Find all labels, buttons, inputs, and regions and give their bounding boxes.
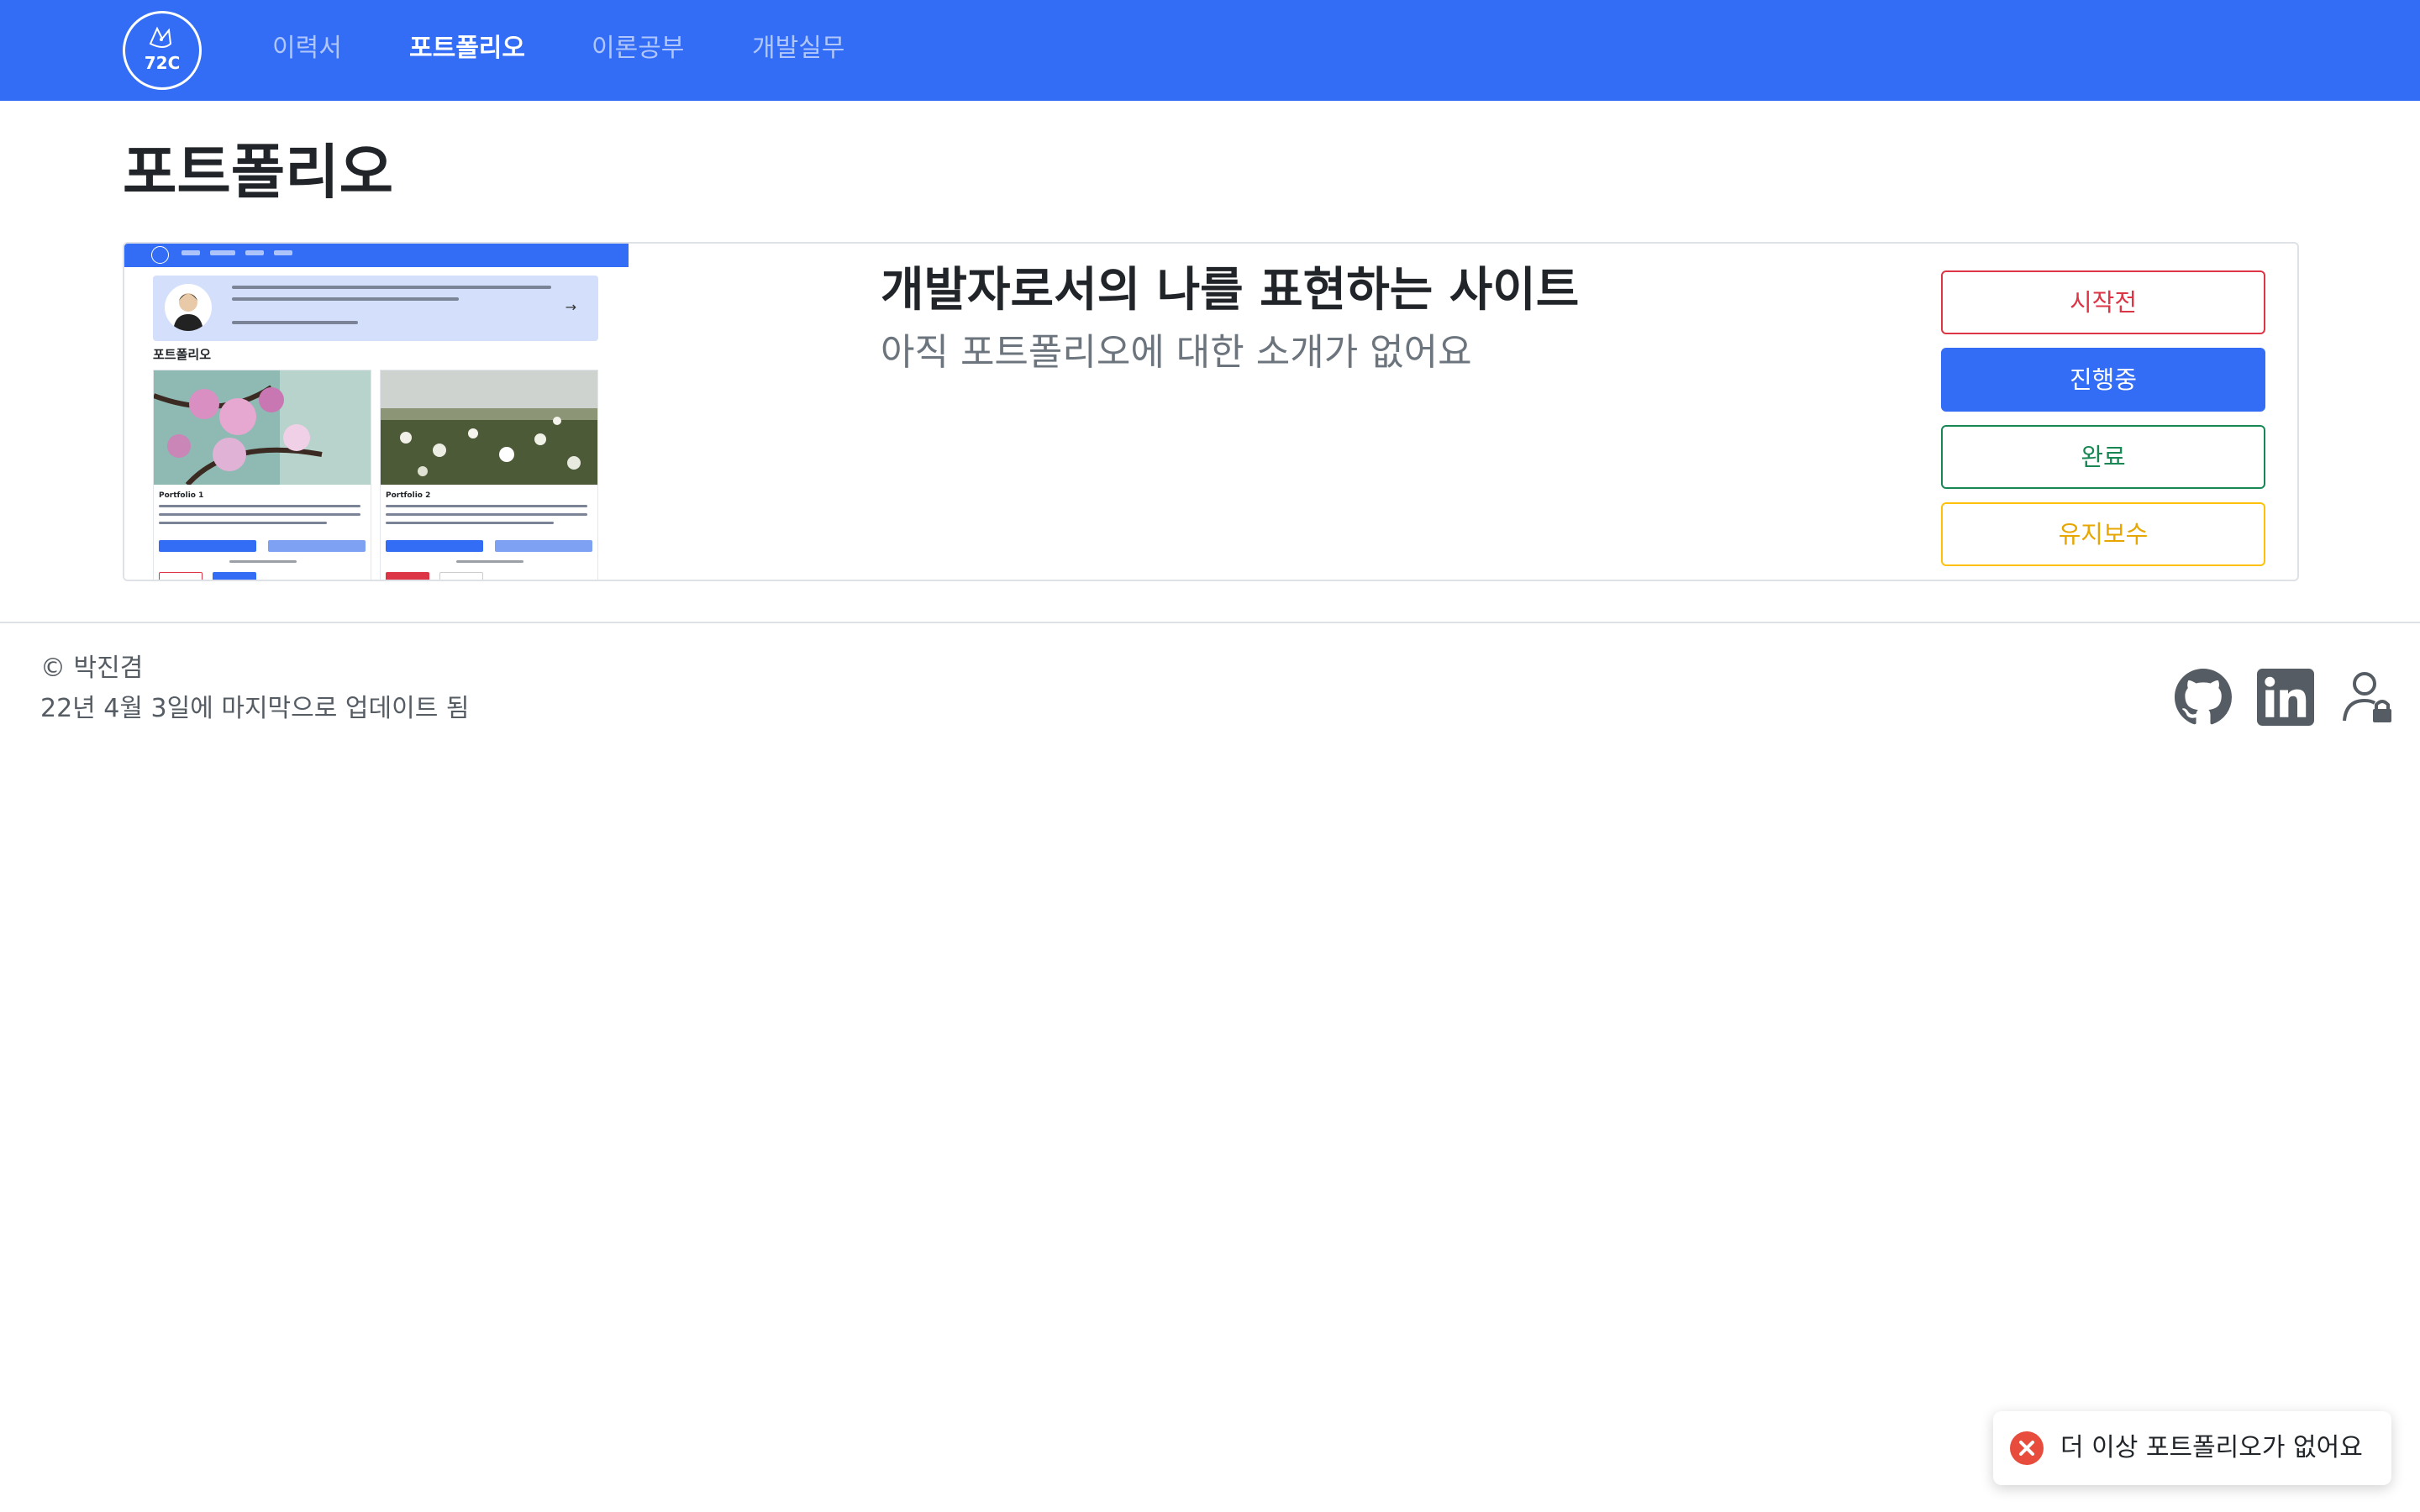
thumbnail-text-line <box>386 513 587 516</box>
thumbnail-nav-text <box>245 250 264 255</box>
thumbnail-detail-button <box>386 540 483 552</box>
thumbnail-section-title: 포트폴리오 <box>153 347 212 362</box>
nav-item-dev-practice[interactable]: 개발실무 <box>752 30 844 67</box>
user-lock-icon[interactable] <box>2339 669 2396 726</box>
status-maintenance-button[interactable]: 유지보수 <box>1941 502 2265 566</box>
error-close-icon <box>2010 1431 2044 1465</box>
thumbnail-text-line <box>159 505 360 507</box>
logo-text: 72C <box>145 53 181 73</box>
thumbnail-profile-box: → <box>153 276 598 341</box>
toast-message: 더 이상 포트폴리오가 없어요 <box>2060 1433 2363 1462</box>
thumbnail-avatar <box>165 284 212 331</box>
nav-item-theory[interactable]: 이론공부 <box>592 30 684 67</box>
thumbnail-portfolio-card: Portfolio 1 <box>153 370 371 580</box>
footer-divider <box>0 622 2420 623</box>
thumbnail-text-line <box>232 286 551 289</box>
portfolio-description: 아직 포트폴리오에 대한 소개가 없어요 <box>881 331 1472 374</box>
nav-item-portfolio[interactable]: 포트폴리오 <box>409 30 525 67</box>
brand-logo[interactable]: 72C <box>123 11 202 90</box>
thumbnail-status-badge <box>213 572 256 580</box>
thumbnail-text-line <box>159 522 327 524</box>
thumbnail-portfolio-title: Portfolio 1 <box>159 491 204 500</box>
footer-last-updated: 22년 4월 3일에 마지막으로 업데이트 됨 <box>40 694 470 723</box>
status-not-started-button[interactable]: 시작전 <box>1941 270 2265 334</box>
portfolio-title: 개발자로서의 나를 표현하는 사이트 <box>881 263 1580 318</box>
page-title: 포트폴리오 <box>123 138 393 207</box>
thumbnail-text-line <box>159 513 360 516</box>
thumbnail-site-button <box>495 540 592 552</box>
thumbnail-date-line <box>456 560 523 563</box>
portfolio-thumbnail[interactable]: → 포트폴리오 Portfolio 1 Portfolio 2 <box>124 244 629 580</box>
thumbnail-text-line <box>232 321 358 324</box>
thumbnail-status-badge <box>439 572 483 580</box>
thumbnail-status-badge <box>386 572 429 580</box>
thumbnail-date-line <box>229 560 297 563</box>
thumbnail-arrow-icon: → <box>565 299 576 315</box>
github-icon[interactable] <box>2175 669 2232 726</box>
portfolio-card[interactable]: → 포트폴리오 Portfolio 1 Portfolio 2 개발자로서의 나… <box>123 242 2299 581</box>
status-in-progress-button[interactable]: 진행중 <box>1941 348 2265 412</box>
thumbnail-logo <box>151 246 169 264</box>
footer-copyright: © 박진겸 <box>40 654 144 683</box>
thumbnail-nav-text <box>210 250 235 255</box>
thumbnail-text-line <box>386 505 587 507</box>
thumbnail-portfolio-card: Portfolio 2 <box>380 370 598 580</box>
thumbnail-navbar <box>124 244 629 267</box>
navbar: 72C 이력서 포트폴리오 이론공부 개발실무 <box>0 0 2420 101</box>
logo-image: 72C <box>145 26 181 73</box>
thumbnail-status-badge <box>159 572 203 580</box>
thumbnail-text-line <box>232 297 459 301</box>
thumbnail-site-button <box>268 540 366 552</box>
dandelion-field-image <box>381 370 597 485</box>
thumbnail-detail-button <box>159 540 256 552</box>
cherry-blossom-image <box>154 370 371 485</box>
error-toast[interactable]: 더 이상 포트폴리오가 없어요 <box>1993 1411 2391 1485</box>
thumbnail-portfolio-title: Portfolio 2 <box>386 491 431 500</box>
thumbnail-nav-text <box>274 250 292 255</box>
status-done-button[interactable]: 완료 <box>1941 425 2265 489</box>
nav-item-resume[interactable]: 이력서 <box>272 30 342 67</box>
thumbnail-nav-text <box>182 250 200 255</box>
linkedin-icon[interactable] <box>2257 669 2314 726</box>
thumbnail-text-line <box>386 522 554 524</box>
